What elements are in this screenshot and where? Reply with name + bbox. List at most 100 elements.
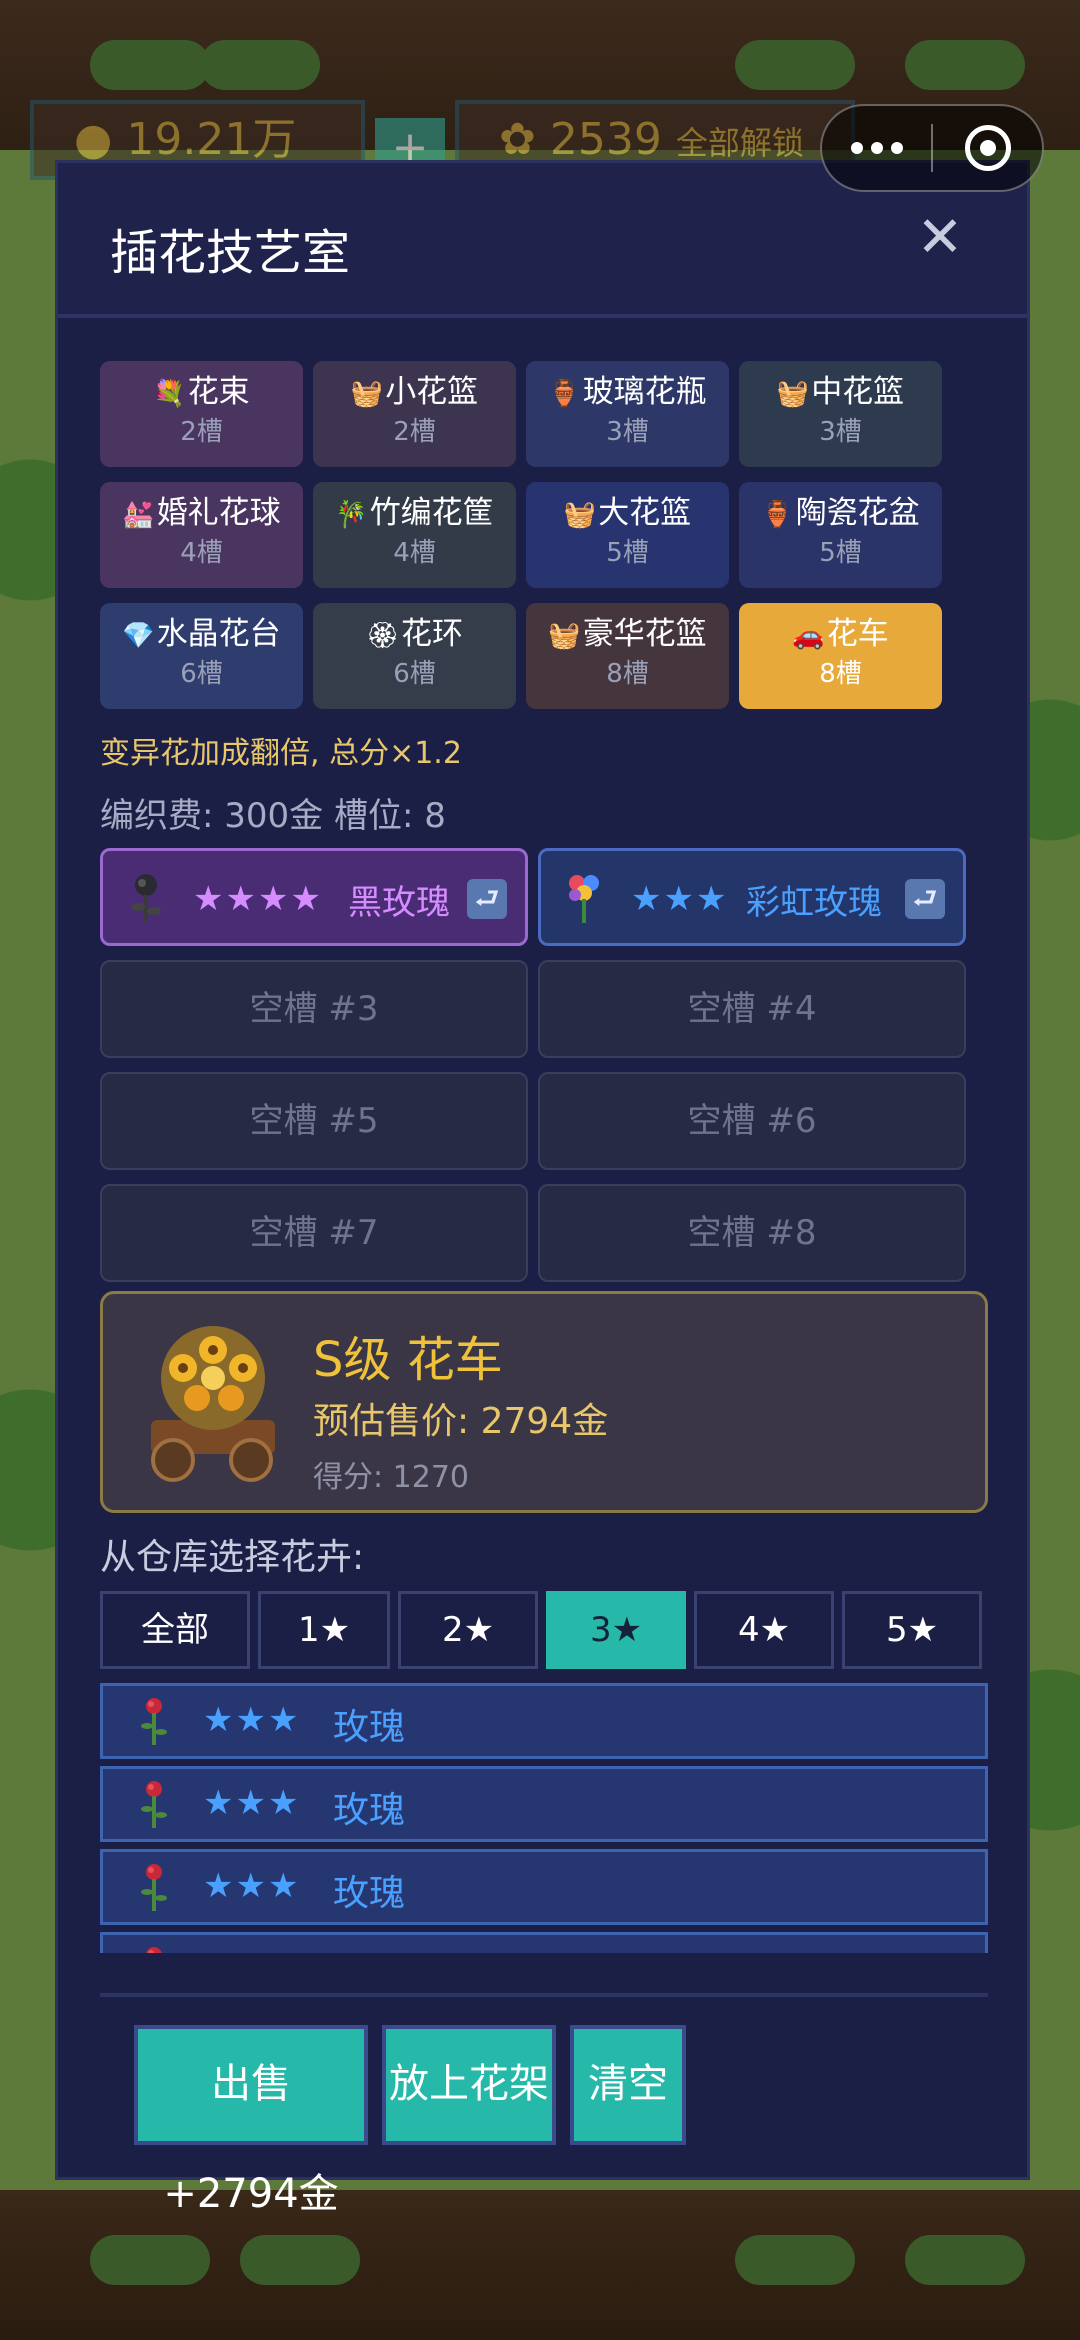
star-filter-tabs: 全部 1★ 2★ 3★ 4★ 5★ (100, 1591, 982, 1669)
empty-slot[interactable]: 空槽 #7 (100, 1184, 528, 1282)
estimated-price: 预估售价: 2794金 (313, 1401, 609, 1442)
arrangement-result-card: S级 花车 预估售价: 2794金 得分: 1270 (100, 1291, 988, 1513)
place-on-shelf-button[interactable]: 放上花架 (382, 2025, 556, 2145)
container-slot-count: 8槽 (819, 659, 862, 689)
coin-value: 19.21万 (126, 114, 297, 165)
container-icon: 💎 (122, 621, 155, 651)
list-item[interactable]: ★★★ 玫瑰 (100, 1849, 988, 1925)
container-name: 🏺陶瓷花盆 (761, 495, 920, 531)
container-option[interactable]: 💐花束 2槽 (100, 361, 303, 467)
unlock-all-label[interactable]: 全部解锁 (676, 124, 804, 162)
container-option[interactable]: 🧺豪华花篮 8槽 (526, 603, 729, 709)
empty-slot[interactable]: 空槽 #8 (538, 1184, 966, 1282)
sell-button[interactable]: 出售 +2794金 (134, 2025, 368, 2217)
container-option[interactable]: 🚗花车 8槽 (739, 603, 942, 709)
container-name: 🚗花车 (792, 616, 889, 652)
container-name: 🧺小花篮 (350, 374, 479, 410)
container-option[interactable]: 🧺中花篮 3槽 (739, 361, 942, 467)
container-name: 🏵花环 (365, 616, 463, 652)
container-name: 💒婚礼花球 (122, 495, 281, 531)
flower-name: 彩虹玫瑰 (746, 883, 882, 923)
slot-black-rose[interactable]: ★★★★ 黑玫瑰 ⮐ (100, 848, 528, 946)
container-option[interactable]: 🧺小花篮 2槽 (313, 361, 516, 467)
warehouse-flower-list[interactable]: ★★★ 玫瑰 ★★★ 玫瑰 ★★★ 玫瑰 ★★★ 玫瑰 (100, 1683, 988, 1953)
container-slot-count: 6槽 (393, 659, 436, 689)
container-option[interactable]: 🏺陶瓷花盆 5槽 (739, 482, 942, 588)
container-slot-count: 2槽 (393, 417, 436, 447)
container-icon: 🧺 (776, 379, 810, 409)
rose-icon (141, 1864, 167, 1911)
close-icon[interactable]: ✕ (913, 210, 967, 266)
bush-decoration (735, 2235, 855, 2285)
container-icon: 🏵 (365, 621, 399, 651)
rainbow-rose-icon (569, 875, 599, 923)
rarity-stars: ★★★★ (193, 879, 323, 919)
filter-2-star[interactable]: 2★ (398, 1591, 538, 1669)
empty-slot[interactable]: 空槽 #4 (538, 960, 966, 1058)
container-slot-count: 6槽 (180, 659, 223, 689)
list-item[interactable]: ★★★ 玫瑰 (100, 1683, 988, 1759)
slot-rainbow-rose[interactable]: ★★★ 彩虹玫瑰 ⮐ (538, 848, 966, 946)
rose-icon (141, 1781, 167, 1828)
bush-decoration (905, 2235, 1025, 2285)
container-name: 🎋竹编花筐 (335, 495, 494, 531)
arrangement-slots: ★★★★ 黑玫瑰 ⮐ ★★★ 彩虹玫瑰 ⮐ 空槽 #3 空槽 #4 空槽 #5 … (100, 848, 966, 1282)
return-icon[interactable]: ⮐ (467, 879, 507, 919)
flower-cart-image (151, 1326, 275, 1482)
rose-icon (146, 1947, 162, 1953)
container-icon: 🧺 (548, 621, 581, 651)
flower-arrangement-modal: 插花技艺室 ✕ 💐花束 2槽 🧺小花篮 2槽 🏺玻璃花瓶 3槽 🧺中花篮 3槽 💒婚礼花球 4槽 🎋… (55, 160, 1030, 2217)
arrangement-score: 得分: 1270 (313, 1460, 469, 1495)
container-slot-count: 3槽 (606, 417, 649, 447)
flower-name: 玫瑰 (333, 1707, 406, 1748)
bush-decoration (905, 40, 1025, 90)
exit-miniprogram-icon[interactable] (933, 125, 1042, 171)
flower-name: 玫瑰 (333, 1873, 406, 1914)
rarity-stars: ★★★ (203, 1700, 301, 1740)
return-icon[interactable]: ⮐ (905, 879, 945, 919)
filter-3-star[interactable]: 3★ (546, 1591, 686, 1669)
modal-title: 插花技艺室 (110, 225, 351, 281)
flower-icon: ✿ (499, 114, 536, 165)
list-item[interactable]: ★★★ 玫瑰 (100, 1932, 988, 1953)
bush-decoration (735, 40, 855, 90)
container-option[interactable]: 💒婚礼花球 4槽 (100, 482, 303, 588)
choose-flower-label: 从仓库选择花卉: (100, 1537, 365, 1578)
container-slot-count: 2槽 (180, 417, 223, 447)
fee-text: 编织费: 300金 槽位: 8 (100, 796, 446, 836)
container-icon: 🧺 (350, 379, 384, 409)
more-options-icon[interactable] (822, 142, 931, 154)
filter-1-star[interactable]: 1★ (258, 1591, 390, 1669)
flower-name: 玫瑰 (333, 1947, 405, 1953)
clear-button[interactable]: 清空 (570, 2025, 686, 2145)
bonus-text: 变异花加成翻倍, 总分×1.2 (100, 736, 462, 771)
container-name: 🧺中花篮 (776, 374, 905, 410)
footer-divider (100, 1993, 988, 1997)
black-rose-icon (131, 874, 161, 921)
coin-icon: ● (74, 114, 113, 165)
container-icon: 🏺 (761, 500, 794, 530)
container-name: 🧺豪华花篮 (548, 616, 707, 652)
rarity-stars: ★★★ (631, 879, 729, 919)
container-icon: 🏺 (548, 379, 581, 409)
container-option[interactable]: 🎋竹编花筐 4槽 (313, 482, 516, 588)
filter-all[interactable]: 全部 (100, 1591, 250, 1669)
list-item[interactable]: ★★★ 玫瑰 (100, 1766, 988, 1842)
empty-slot[interactable]: 空槽 #3 (100, 960, 528, 1058)
container-slot-count: 8槽 (606, 659, 649, 689)
filter-5-star[interactable]: 5★ (842, 1591, 982, 1669)
container-slot-count: 5槽 (606, 538, 649, 568)
container-option[interactable]: 💎水晶花台 6槽 (100, 603, 303, 709)
rose-icon (141, 1698, 167, 1745)
container-option[interactable]: 🏵花环 6槽 (313, 603, 516, 709)
container-slot-count: 3槽 (819, 417, 862, 447)
arrangement-grade: S级 花车 (313, 1332, 503, 1388)
container-option[interactable]: 🏺玻璃花瓶 3槽 (526, 361, 729, 467)
filter-4-star[interactable]: 4★ (694, 1591, 834, 1669)
container-option[interactable]: 🧺大花篮 5槽 (526, 482, 729, 588)
empty-slot[interactable]: 空槽 #6 (538, 1072, 966, 1170)
empty-slot[interactable]: 空槽 #5 (100, 1072, 528, 1170)
container-icon: 🚗 (792, 621, 825, 651)
container-icon: 💒 (122, 500, 155, 530)
container-name: 🏺玻璃花瓶 (548, 374, 707, 410)
